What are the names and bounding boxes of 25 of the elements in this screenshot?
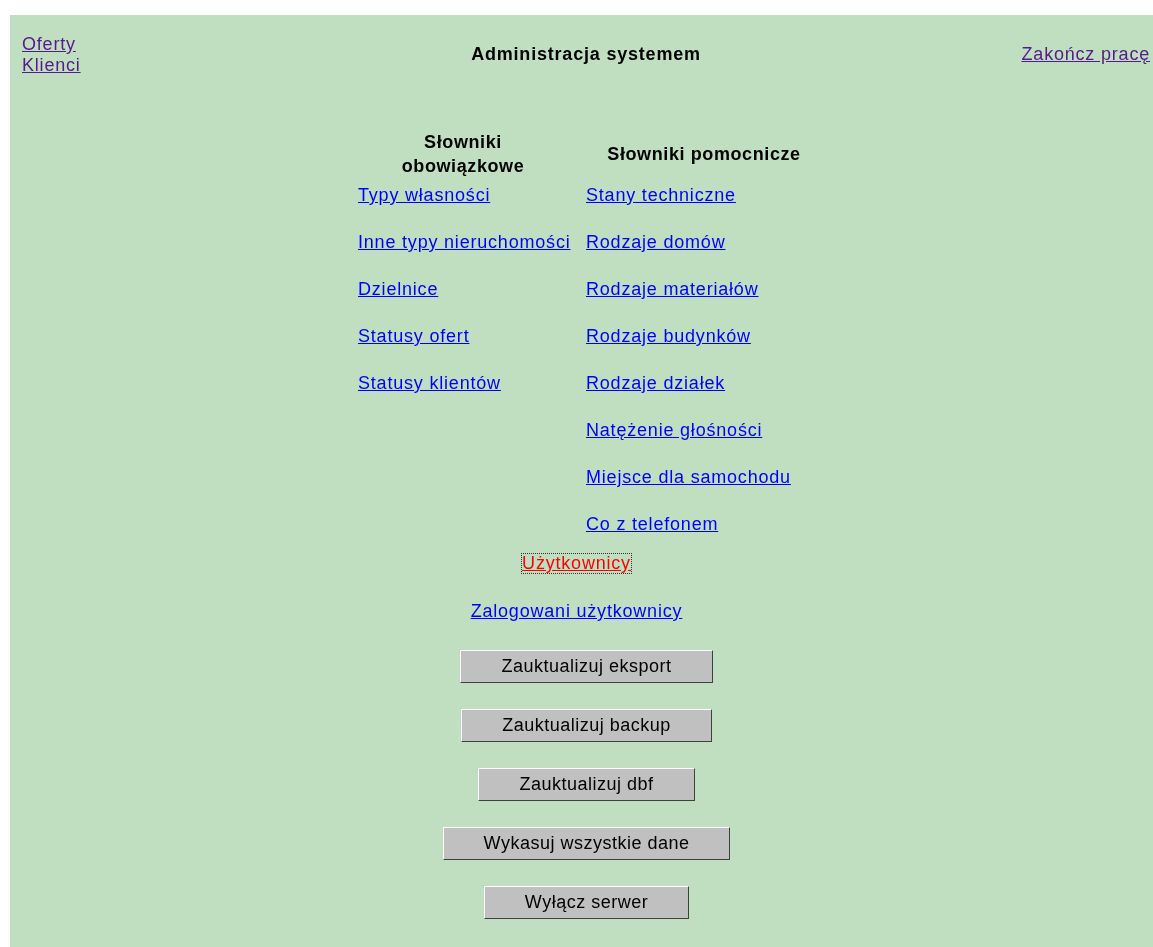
logout-link[interactable]: Zakończ pracę	[1021, 44, 1150, 76]
action-button[interactable]: Zauktualizuj dbf	[478, 768, 695, 801]
action-button[interactable]: Wyłącz serwer	[483, 886, 690, 919]
dictionary-link[interactable]: Miejsce dla samochodu	[586, 468, 791, 486]
dictionary-link[interactable]: Rodzaje materiałów	[586, 280, 759, 298]
action-button[interactable]: Zauktualizuj backup	[461, 709, 712, 742]
dictionary-link[interactable]: Rodzaje budynków	[586, 327, 751, 345]
dictionary-link[interactable]: Rodzaje działek	[586, 374, 726, 392]
column-heading: Słowniki obowiązkowe	[400, 131, 526, 178]
dictionary-link[interactable]: Inne typy nieruchomości	[358, 233, 571, 251]
dictionary-link[interactable]: Typy własności	[358, 186, 491, 204]
dictionary-link[interactable]: Dzielnice	[358, 280, 439, 298]
dictionary-link[interactable]: Statusy ofert	[358, 327, 470, 345]
dictionary-link[interactable]: Rodzaje domów	[586, 233, 726, 251]
column-heading: Słowniki pomocnicze	[606, 143, 802, 166]
dictionary-link[interactable]: Stany techniczne	[586, 186, 736, 204]
dictionary-link[interactable]: Statusy klientów	[358, 374, 501, 392]
action-button[interactable]: Wykasuj wszystkie dane	[442, 827, 731, 860]
action-button[interactable]: Zauktualizuj eksport	[460, 650, 713, 683]
dictionary-link[interactable]: Natężenie głośności	[586, 421, 763, 439]
page-title: Administracja systemem	[471, 44, 701, 66]
dictionary-link[interactable]: Co z telefonem	[586, 515, 719, 533]
nav-link[interactable]: Klienci	[22, 55, 81, 76]
users-link[interactable]: Zalogowani użytkownicy	[470, 602, 683, 621]
nav-link[interactable]: Oferty	[22, 34, 76, 55]
